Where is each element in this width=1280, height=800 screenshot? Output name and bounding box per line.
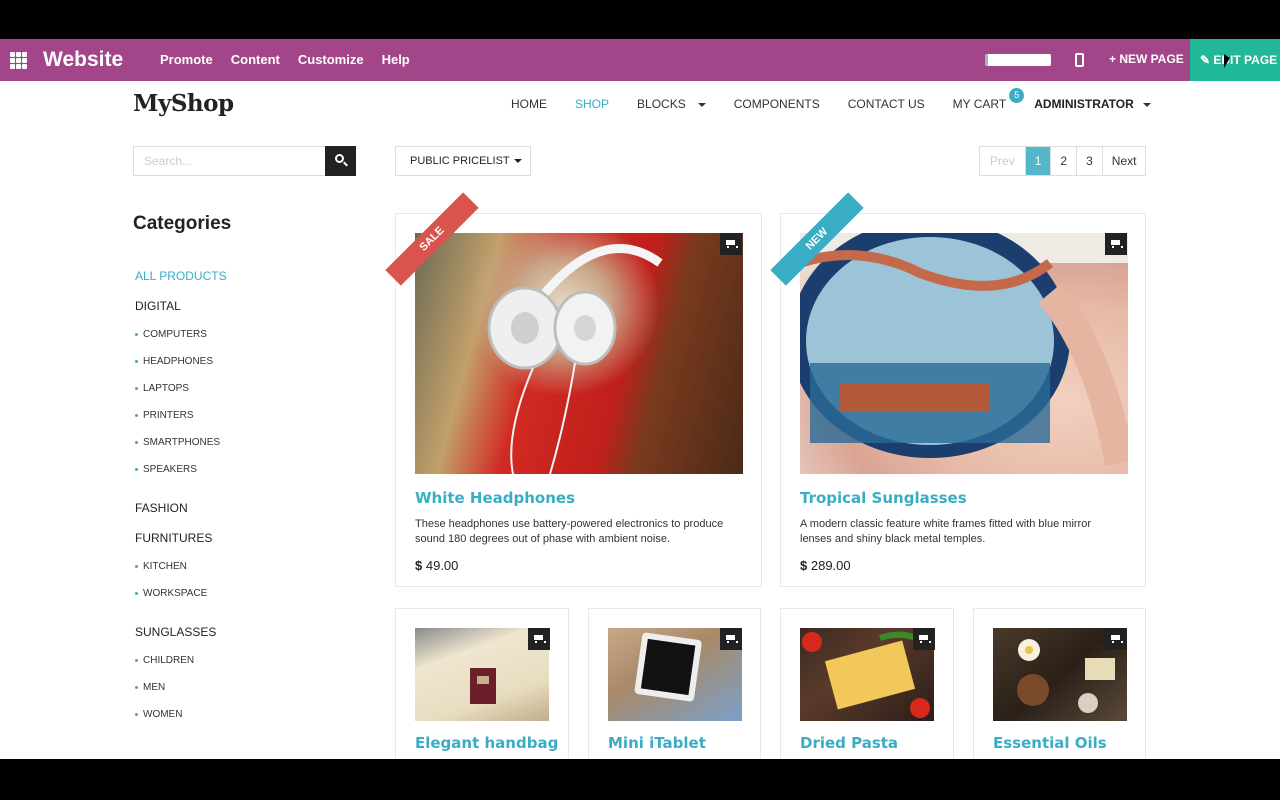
- category-smartphones[interactable]: SMARTPHONES: [135, 429, 355, 456]
- nav-cart[interactable]: MY CART 5: [952, 88, 1025, 111]
- cart-icon[interactable]: [1105, 628, 1127, 650]
- headphones-illustration: [487, 244, 663, 474]
- price-value: 289.00: [810, 558, 851, 573]
- cart-icon[interactable]: [528, 628, 550, 650]
- chevron-down-icon: [1142, 102, 1151, 107]
- product-card[interactable]: Essential Oils: [973, 608, 1146, 759]
- nav-home[interactable]: HOME: [511, 97, 547, 111]
- price-currency: $: [800, 558, 808, 573]
- admin-bar: Website Promote Content Customize Help +…: [0, 39, 1280, 81]
- loading-progress-bar: [985, 54, 1051, 66]
- product-card[interactable]: White Headphones These headphones use ba…: [395, 213, 762, 587]
- admin-brand: Website: [43, 48, 124, 71]
- category-fashion[interactable]: FASHION: [135, 493, 355, 523]
- nav-contact[interactable]: CONTACT US: [848, 97, 925, 111]
- mouse-cursor-icon: [1224, 54, 1230, 68]
- new-page-button[interactable]: + NEW PAGE: [1109, 52, 1184, 66]
- product-card[interactable]: Elegant handbag: [395, 608, 569, 759]
- mobile-preview-icon[interactable]: [1075, 53, 1084, 67]
- cart-icon[interactable]: [720, 628, 742, 650]
- product-card[interactable]: Tropical Sunglasses A modern classic fea…: [780, 213, 1146, 587]
- pricelist-label: PUBLIC PRICELIST: [410, 155, 510, 167]
- product-image[interactable]: [800, 233, 1128, 474]
- nav-components[interactable]: COMPONENTS: [734, 97, 820, 111]
- pricelist-dropdown[interactable]: PUBLIC PRICELIST: [395, 146, 531, 176]
- cart-icon[interactable]: [1105, 233, 1127, 255]
- search-icon-handle: [343, 161, 348, 167]
- site-logo[interactable]: MyShop: [133, 90, 234, 117]
- chevron-down-icon: [513, 159, 522, 164]
- category-laptops[interactable]: LAPTOPS: [135, 375, 355, 402]
- product-title[interactable]: White Headphones: [415, 489, 575, 507]
- product-price: $ 289.00: [800, 558, 851, 573]
- category-men[interactable]: MEN: [135, 674, 355, 701]
- category-all-products[interactable]: ALL PRODUCTS: [135, 261, 355, 291]
- pager-next[interactable]: Next: [1103, 147, 1146, 175]
- sunglasses-illustration: [800, 233, 1128, 466]
- pagination: Prev 1 2 3 Next: [979, 146, 1147, 176]
- product-title[interactable]: Dried Pasta: [800, 734, 898, 752]
- category-sunglasses[interactable]: SUNGLASSES: [135, 617, 355, 647]
- categories-list: ALL PRODUCTS DIGITAL COMPUTERS HEADPHONE…: [135, 261, 355, 728]
- browser-viewport: Website Promote Content Customize Help +…: [0, 39, 1280, 759]
- category-children[interactable]: CHILDREN: [135, 647, 355, 674]
- price-value: 49.00: [425, 558, 459, 573]
- menu-help[interactable]: Help: [382, 52, 410, 67]
- product-title[interactable]: Tropical Sunglasses: [800, 489, 967, 507]
- category-headphones[interactable]: HEADPHONES: [135, 348, 355, 375]
- pager-page-2[interactable]: 2: [1051, 147, 1078, 175]
- edit-page-button[interactable]: ✎ EDIT PAGE: [1190, 39, 1280, 81]
- product-card[interactable]: Mini iTablet: [588, 608, 761, 759]
- search-button[interactable]: [325, 146, 356, 176]
- product-title[interactable]: Mini iTablet: [608, 734, 706, 752]
- pager-prev: Prev: [980, 147, 1026, 175]
- chevron-down-icon: [697, 102, 706, 107]
- categories-title: Categories: [133, 213, 232, 234]
- cart-icon[interactable]: [913, 628, 935, 650]
- product-price: $ 49.00: [415, 558, 458, 573]
- site-nav: HOME SHOP BLOCKS COMPONENTS CONTACT US M…: [511, 88, 1179, 111]
- cart-count-badge: 5: [1009, 88, 1025, 103]
- product-title[interactable]: Elegant handbag: [415, 734, 558, 752]
- pager-page-3[interactable]: 3: [1077, 147, 1103, 175]
- menu-promote[interactable]: Promote: [160, 52, 213, 67]
- category-speakers[interactable]: SPEAKERS: [135, 456, 355, 483]
- nav-shop[interactable]: SHOP: [575, 97, 609, 111]
- menu-content[interactable]: Content: [231, 52, 280, 67]
- nav-user-menu[interactable]: ADMINISTRATOR: [1034, 97, 1151, 111]
- category-computers[interactable]: COMPUTERS: [135, 321, 355, 348]
- apps-grid-icon[interactable]: [10, 52, 27, 69]
- nav-blocks[interactable]: BLOCKS: [637, 97, 706, 111]
- product-card[interactable]: Dried Pasta: [780, 608, 954, 759]
- admin-menu: Promote Content Customize Help: [160, 52, 428, 67]
- product-description: These headphones use battery-powered ele…: [415, 518, 724, 545]
- progress-fill: [985, 54, 989, 66]
- nav-cart-label: MY CART: [952, 97, 1007, 111]
- category-kitchen[interactable]: KITCHEN: [135, 553, 355, 580]
- nav-user-label: ADMINISTRATOR: [1034, 97, 1134, 111]
- category-furnitures[interactable]: FURNITURES: [135, 523, 355, 553]
- nav-blocks-label: BLOCKS: [637, 97, 686, 111]
- menu-customize[interactable]: Customize: [298, 52, 364, 67]
- search-input[interactable]: [133, 146, 326, 176]
- category-printers[interactable]: PRINTERS: [135, 402, 355, 429]
- product-title[interactable]: Essential Oils: [993, 734, 1107, 752]
- cart-icon[interactable]: [720, 233, 742, 255]
- pager-page-1[interactable]: 1: [1025, 147, 1052, 175]
- price-currency: $: [415, 558, 423, 573]
- category-workspace[interactable]: WORKSPACE: [135, 580, 355, 607]
- product-image[interactable]: [415, 233, 743, 474]
- category-digital[interactable]: DIGITAL: [135, 291, 355, 321]
- category-women[interactable]: WOMEN: [135, 701, 355, 728]
- product-description: A modern classic feature white frames fi…: [800, 518, 1092, 545]
